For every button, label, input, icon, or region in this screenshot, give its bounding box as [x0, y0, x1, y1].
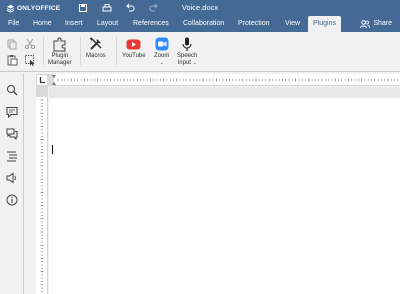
youtube-icon [126, 39, 141, 49]
toolbar-separator [80, 37, 81, 65]
zoom-label: Zoom [154, 53, 170, 59]
zoom-button[interactable]: Zoom ⌄ [154, 37, 169, 67]
macros-label: Macros [86, 53, 106, 59]
microphone-icon [182, 37, 192, 51]
plugin-manager-button[interactable]: Plugin Manager [48, 37, 72, 67]
tab-collaboration[interactable]: Collaboration [183, 16, 224, 32]
toolbar-separator [43, 37, 44, 65]
horizontal-ruler-ticks [48, 74, 399, 86]
speech-input-label-1: Speech [177, 53, 198, 59]
toolbar-separator [116, 37, 117, 65]
tab-stop-icon [39, 77, 45, 84]
title-bar: ONLYOFFICE Voice.docx [0, 0, 400, 16]
search-icon[interactable] [6, 84, 18, 96]
comment-icon[interactable] [6, 106, 18, 118]
youtube-label: YouTube [122, 53, 146, 59]
plugin-manager-label-2: Manager [48, 60, 72, 66]
macros-button[interactable]: Macros [86, 37, 106, 60]
tab-home[interactable]: Home [33, 16, 52, 32]
users-icon [360, 19, 371, 28]
speech-input-button[interactable]: Speech Input ⌄ [177, 37, 197, 67]
tools-icon [89, 37, 102, 50]
tab-view[interactable]: View [285, 16, 300, 32]
tab-plugins[interactable]: Plugins [308, 16, 341, 32]
horizontal-ruler[interactable] [48, 74, 400, 86]
zoom-camera-icon [155, 37, 169, 51]
navigation-icon[interactable] [6, 150, 18, 162]
copy-icon[interactable] [6, 38, 18, 50]
tab-insert[interactable]: Insert [65, 16, 83, 32]
toolbar: Plugin Manager Macros YouTube Zoom ⌄ Spe… [0, 32, 400, 72]
document-title: Voice.docx [181, 3, 219, 12]
info-icon[interactable] [6, 194, 18, 206]
document-page[interactable] [49, 98, 400, 294]
menu-tabs: File Home Insert Layout References Colla… [0, 16, 400, 32]
tab-references[interactable]: References [133, 16, 169, 32]
ruler-tab-selector[interactable] [36, 74, 48, 86]
puzzle-icon [53, 37, 66, 52]
select-all-icon[interactable] [24, 54, 36, 66]
chevron-down-icon[interactable]: ⌄ [193, 60, 197, 66]
left-panel [0, 73, 24, 294]
youtube-button[interactable]: YouTube [122, 37, 146, 60]
text-cursor [52, 145, 53, 154]
speech-input-label-2: Input ⌄ [177, 60, 197, 66]
vertical-ruler-ticks [36, 86, 48, 292]
share-label: Share [373, 20, 392, 27]
tab-file[interactable]: File [8, 16, 19, 32]
plugin-manager-label-1: Plugin [51, 53, 69, 59]
tab-protection[interactable]: Protection [238, 16, 270, 32]
speaker-icon[interactable] [6, 172, 18, 184]
cut-icon[interactable] [24, 38, 36, 50]
paste-icon[interactable] [6, 54, 18, 66]
chat-icon[interactable] [6, 128, 18, 140]
zoom-dropdown-caret[interactable]: ⌄ [160, 60, 164, 67]
vertical-ruler[interactable] [36, 86, 48, 294]
tab-layout[interactable]: Layout [97, 16, 118, 32]
share-button[interactable]: Share [360, 16, 392, 32]
